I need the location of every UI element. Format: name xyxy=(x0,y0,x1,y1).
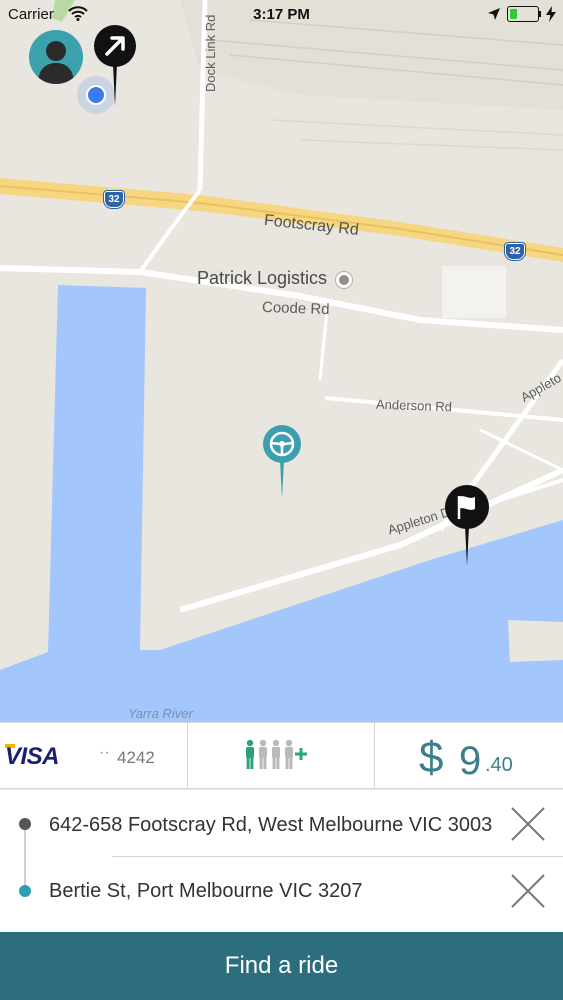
road-label-anderson: Anderson Rd xyxy=(375,396,453,415)
trip-info-bar: VISA ·· 4242 $ 9 .40 xyxy=(0,722,563,789)
battery-level xyxy=(509,8,518,19)
payment-card-selector[interactable]: VISA ·· 4242 xyxy=(0,723,188,788)
fare-major: 9 xyxy=(459,739,482,783)
divider xyxy=(112,856,563,857)
route-shield: 32 xyxy=(505,243,525,260)
flag-icon[interactable] xyxy=(444,484,490,568)
road-label-coode: Coode Rd xyxy=(261,298,330,319)
status-bar: Carrier 3:17 PM xyxy=(0,0,563,30)
origin-dot xyxy=(19,818,31,830)
clock: 3:17 PM xyxy=(253,6,310,23)
route-panel: 642-658 Footscray Rd, West Melbourne VIC… xyxy=(0,790,563,932)
map-view[interactable]: Dock Link Rd Footscray Rd 32 32 Patrick … xyxy=(0,0,563,722)
card-last4: 4242 xyxy=(117,748,155,767)
card-mask: ·· xyxy=(99,744,110,761)
close-icon xyxy=(511,807,545,841)
battery-nub xyxy=(539,11,541,17)
fare-minor: .40 xyxy=(485,754,513,776)
route-connector xyxy=(24,824,26,890)
charging-icon xyxy=(546,6,556,22)
location-arrow-icon xyxy=(488,8,500,20)
steering-wheel-icon[interactable] xyxy=(262,424,302,500)
river-label: Yarra River xyxy=(128,706,193,721)
poi-marker-icon[interactable] xyxy=(336,272,352,288)
riders-add-icon xyxy=(246,739,307,769)
origin-address[interactable]: 642-658 Footscray Rd, West Melbourne VIC… xyxy=(49,814,492,837)
destination-address[interactable]: Bertie St, Port Melbourne VIC 3207 xyxy=(49,880,363,903)
avatar[interactable] xyxy=(29,30,83,84)
rider-count-selector[interactable] xyxy=(188,723,375,788)
avatar-icon xyxy=(38,41,74,84)
clear-destination-button[interactable] xyxy=(508,871,548,911)
clear-origin-button[interactable] xyxy=(508,804,548,844)
close-icon xyxy=(511,874,545,908)
fare-currency: $ xyxy=(419,733,444,782)
poi-label: Patrick Logistics xyxy=(197,268,328,288)
route-shield: 32 xyxy=(104,191,124,208)
fare-estimate: $ 9 .40 xyxy=(375,723,563,788)
destination-dot xyxy=(19,885,31,897)
battery-icon xyxy=(507,6,539,22)
visa-logo: VISA xyxy=(5,743,60,770)
arrow-up-right-icon[interactable] xyxy=(93,24,137,108)
find-ride-button[interactable]: Find a ride xyxy=(0,932,563,1000)
